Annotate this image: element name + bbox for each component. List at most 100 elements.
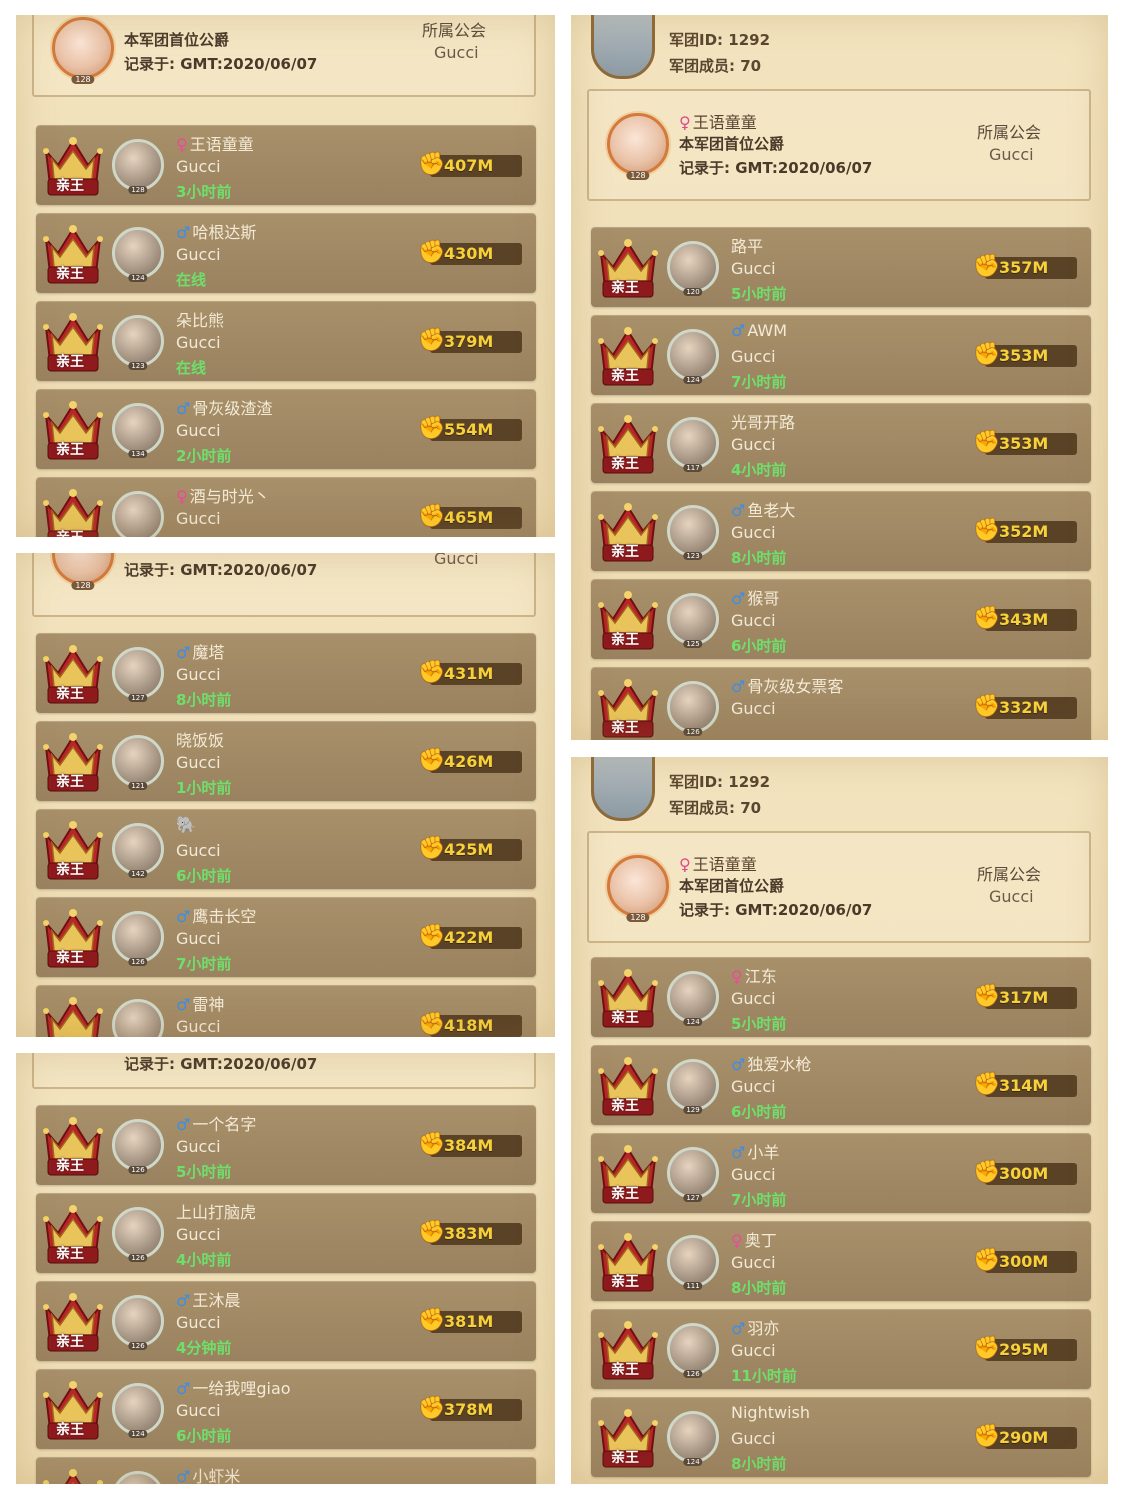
fist-icon: ✊ [418,748,446,773]
member-last-online: 3小时前 [176,183,232,201]
rank-label: 亲王 [56,1422,84,1438]
member-row[interactable]: 亲王 124 Nightwish Gucci 8小时前 ✊ 290M [591,1397,1091,1477]
member-row[interactable]: 亲王 124 ♂ 哈根达斯 Gucci 在线 ✊ 430M [36,213,536,293]
member-row[interactable]: 亲王 125 ♂ 猴哥 Gucci 6小时前 ✊ 343M [591,579,1091,659]
member-avatar[interactable]: 126 [112,911,164,966]
member-avatar[interactable]: 123 [112,315,164,370]
member-avatar[interactable]: 142 [112,823,164,878]
member-avatar[interactable]: 126 [112,1295,164,1350]
member-guild: Gucci [176,509,221,528]
leader-portrait[interactable]: 128 [607,855,669,922]
leader-name: ♀ 王语童童 [679,113,757,132]
member-name: ♂ 小羊 [731,1139,779,1163]
member-row[interactable]: 亲王 124 ♂ 一给我哩giao Gucci 6小时前 ✊ 378M [36,1369,536,1449]
male-icon: ♂ [176,223,191,242]
member-avatar[interactable]: 111 [667,1235,719,1290]
power-value: 290M [999,1428,1049,1447]
leader-header: 128 ♀ 王语童童 本军团首位公爵 记录于: GMT:2020/06/07 所属… [587,831,1091,943]
member-row[interactable]: 亲王 126 ♂ 鹰击长空 Gucci 7小时前 ✊ 422M [36,897,536,977]
member-avatar[interactable]: 131 [112,491,164,537]
rank-badge: 亲王 [597,321,659,387]
power-badge: ✊ 357M [973,254,1077,281]
member-row[interactable]: 亲王 131 ♀酒与时光丶 Gucci ✊465M [36,477,536,537]
member-avatar[interactable]: 124 [667,329,719,384]
member-avatar[interactable]: 126 [112,1119,164,1174]
rank-label: 亲王 [56,527,84,537]
power-value: 430M [444,244,494,263]
member-avatar[interactable]: 120 [667,241,719,296]
member-avatar[interactable]: 124 [667,1411,719,1466]
member-row[interactable]: 亲王 123 ♂ 鱼老大 Gucci 8小时前 ✊ 352M [591,491,1091,571]
member-name-text: 雷神 [192,995,225,1014]
member-row[interactable]: 亲王 125 ♂雷神 Gucci ✊418M [36,985,536,1037]
leader-portrait[interactable]: 128 [52,17,114,84]
member-avatar[interactable]: 126 [667,1323,719,1378]
power-badge: ✊ 352M [973,518,1077,545]
member-avatar[interactable]: 117 [667,417,719,472]
fist-icon: ✊ [418,1220,446,1245]
leader-level: 128 [71,75,95,84]
power-badge: ✊ 554M [418,416,522,443]
member-row[interactable]: 亲王 111 ♀ 奥丁 Gucci 8小时前 ✊ 300M [591,1221,1091,1301]
member-level: 129 [683,1106,703,1114]
power-value: 300M [999,1164,1049,1183]
member-row[interactable]: 亲王 127 ♂ 魔塔 Gucci 8小时前 ✊ 431M [36,633,536,713]
member-level: 126 [128,958,148,966]
member-row[interactable]: 亲王 121 晓饭饭 Gucci 1小时前 ✊ 426M [36,721,536,801]
member-row[interactable]: 亲王 123 朵比熊 Gucci 在线 ✊ 379M [36,301,536,381]
rank-label: 亲王 [56,1334,84,1350]
fist-icon: ✊ [418,1012,446,1037]
rank-label: 亲王 [611,280,639,296]
member-avatar[interactable]: 127 [667,1147,719,1202]
member-level: 124 [128,1430,148,1438]
member-row[interactable]: 亲王 ♂小虾米 [36,1457,536,1484]
member-avatar[interactable]: 124 [112,1383,164,1438]
member-row[interactable]: 亲王 127 ♂ 小羊 Gucci 7小时前 ✊ 300M [591,1133,1091,1213]
member-avatar[interactable]: 134 [112,403,164,458]
member-guild: Gucci [176,1017,221,1036]
member-avatar[interactable]: 125 [112,999,164,1037]
power-badge: ✊ 425M [418,836,522,863]
member-avatar[interactable] [112,1471,164,1484]
member-guild: Gucci [731,989,776,1008]
legion-emblem-icon [591,15,655,79]
member-avatar[interactable]: 128 [112,139,164,194]
member-avatar[interactable]: 123 [667,505,719,560]
member-row[interactable]: 亲王 124 ♀ 江东 Gucci 5小时前 ✊ 317M [591,957,1091,1037]
member-row[interactable]: 亲王 128 ♀ 王语童童 Gucci 3小时前 ✊ 407M [36,125,536,205]
member-avatar[interactable]: 126 [667,681,719,736]
member-last-online: 2小时前 [176,447,232,465]
leader-portrait[interactable]: 128 [52,553,114,590]
member-row[interactable]: 亲王 142 🐘 Gucci 6小时前 ✊ 425M [36,809,536,889]
member-name: ♂ 骨灰级女票客 [731,673,843,697]
member-row[interactable]: 亲王 126 ♂ 骨灰级女票客 Gucci ✊ 332M [591,667,1091,740]
member-name: 晓饭饭 [176,727,224,751]
member-avatar[interactable]: 121 [112,735,164,790]
member-row[interactable]: 亲王 120 路平 Gucci 5小时前 ✊ 357M [591,227,1091,307]
member-row[interactable]: 亲王 134 ♂ 骨灰级渣渣 Gucci 2小时前 ✊ 554M [36,389,536,469]
member-avatar[interactable]: 127 [112,647,164,702]
member-avatar[interactable]: 124 [112,227,164,282]
leader-portrait[interactable]: 128 [607,113,669,180]
member-avatar[interactable]: 129 [667,1059,719,1114]
member-row[interactable]: 亲王 126 ♂ 一个名字 Gucci 5小时前 ✊ 384M [36,1105,536,1185]
member-row[interactable]: 亲王 126 ♂ 羽亦 Gucci 11小时前 ✊ 295M [591,1309,1091,1389]
member-row[interactable]: 亲王 129 ♂ 独爱水枪 Gucci 6小时前 ✊ 314M [591,1045,1091,1125]
member-row[interactable]: 亲王 126 上山打脑虎 Gucci 4小时前 ✊ 383M [36,1193,536,1273]
member-row[interactable]: 亲王 124 ♂ AWM Gucci 7小时前 ✊ 353M [591,315,1091,395]
member-row[interactable]: 亲王 117 光哥开路 Gucci 4小时前 ✊ 353M [591,403,1091,483]
fist-icon: ✊ [973,1336,1001,1361]
rank-badge: 亲王 [597,497,659,563]
member-guild: Gucci [176,1225,221,1244]
member-avatar[interactable]: 126 [112,1207,164,1262]
female-icon: ♀ [176,135,188,154]
member-last-online: 8小时前 [731,1279,787,1297]
member-level: 126 [128,1342,148,1350]
member-avatar[interactable]: 125 [667,593,719,648]
member-avatar[interactable]: 124 [667,971,719,1026]
guild-value: Gucci [989,887,1034,906]
member-guild: Gucci [176,1401,221,1420]
fist-icon: ✊ [418,152,446,177]
member-name-text: 猴哥 [747,589,780,608]
member-row[interactable]: 亲王 126 ♂ 王沐晨 Gucci 4分钟前 ✊ 381M [36,1281,536,1361]
